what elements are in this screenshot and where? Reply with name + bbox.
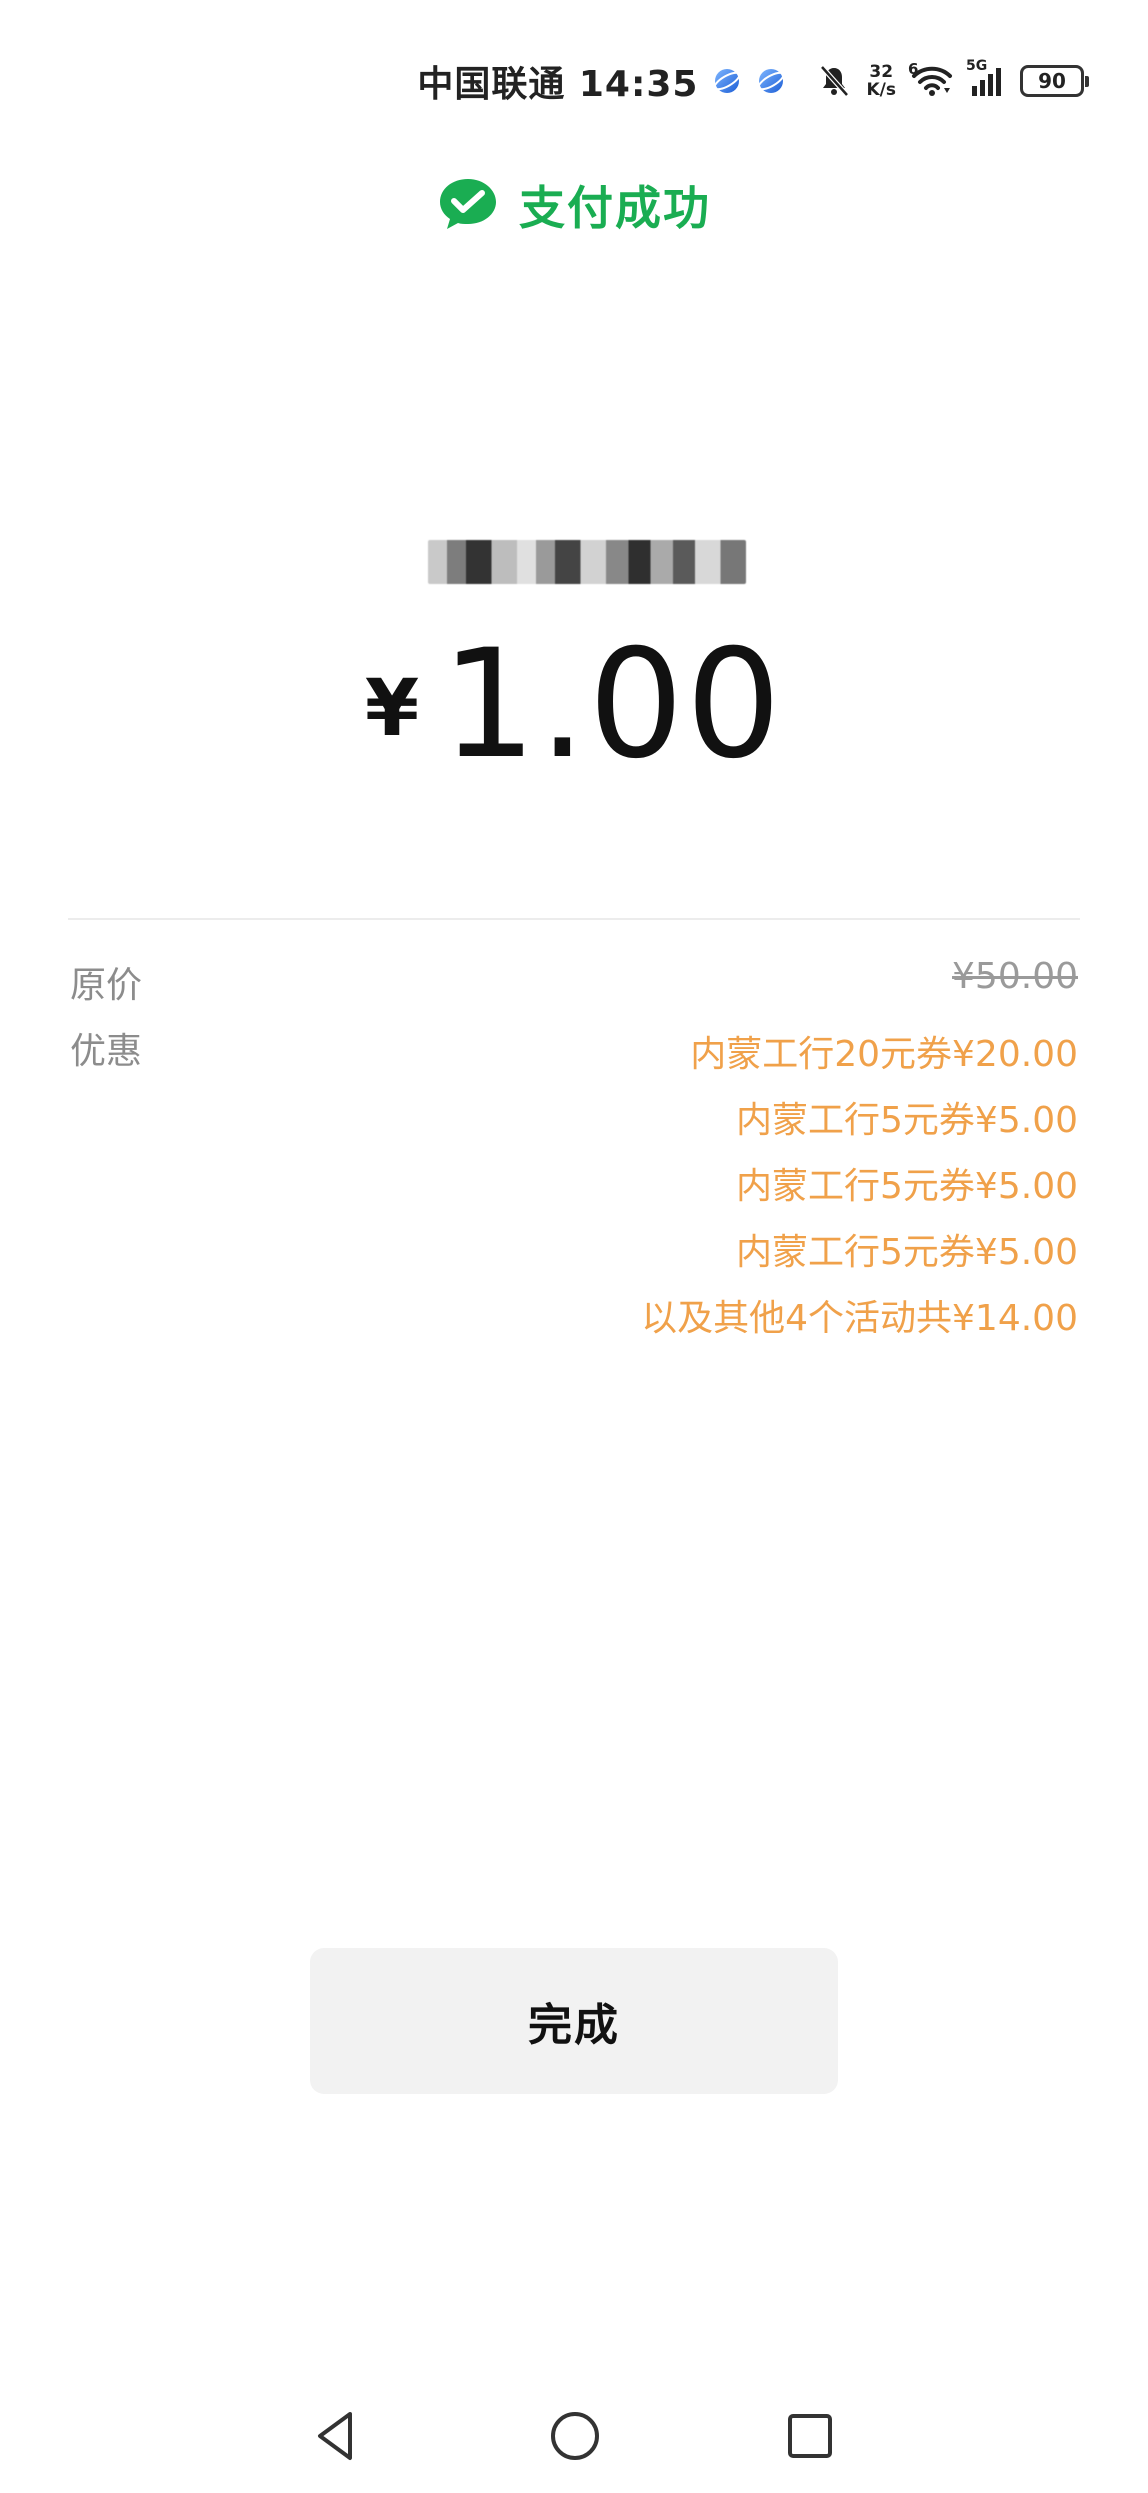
discount-item: 内蒙工行5元券¥5.00: [736, 1166, 1078, 1207]
payment-amount: ¥ 1.00: [0, 630, 1148, 780]
back-triangle-icon[interactable]: [305, 2406, 365, 2466]
merchant-name-obscured: [428, 540, 746, 584]
system-navigation-bar: [0, 2380, 1148, 2490]
wifi-badge: 6: [908, 60, 919, 78]
discount-item: 内蒙工行5元券¥5.00: [736, 1232, 1078, 1273]
done-button[interactable]: 完成: [310, 1948, 838, 2094]
carrier-time: 中国联通 14:35: [417, 64, 699, 105]
network-speed: 32 K/s: [866, 63, 896, 99]
app-orb-icon: [756, 66, 786, 96]
original-price-label: 原价: [70, 965, 143, 1006]
discount-item: 内蒙工行20元券¥20.00: [690, 1034, 1078, 1075]
cellular-signal-icon: 5G: [966, 58, 1006, 98]
recents-square-icon[interactable]: [780, 2406, 840, 2466]
discount-item: 内蒙工行5元券¥5.00: [736, 1100, 1078, 1141]
bell-muted-icon: [816, 63, 852, 99]
divider: [68, 918, 1080, 920]
original-price-value: ¥50.00: [952, 956, 1078, 997]
app-orb-icon: [712, 66, 742, 96]
payment-success-header: 支付成功: [0, 172, 1148, 238]
signal-badge: 5G: [966, 58, 988, 74]
wifi-icon: 6: [908, 60, 954, 98]
payment-success-title: 支付成功: [519, 181, 711, 235]
home-circle-icon[interactable]: [545, 2406, 605, 2466]
amount-value: 1.00: [441, 618, 784, 792]
battery-level: 90: [1038, 69, 1066, 93]
discount-summary: 以及其他4个活动共¥14.00: [641, 1298, 1078, 1339]
network-speed-unit: K/s: [866, 80, 896, 100]
currency-symbol: ¥: [364, 664, 420, 754]
status-bar-right: 中国联通 14:35 32 K/s 6 5G 90: [417, 56, 1089, 106]
discount-list: 内蒙工行20元券¥20.00 内蒙工行5元券¥5.00 内蒙工行5元券¥5.00…: [641, 1022, 1078, 1352]
discount-label: 优惠: [70, 1031, 143, 1072]
battery-icon: 90: [1020, 65, 1089, 97]
network-speed-value: 32: [869, 62, 894, 82]
status-bar: 中国联通 14:35 32 K/s 6 5G 90: [0, 0, 1148, 150]
wechat-pay-check-icon: [437, 176, 499, 234]
